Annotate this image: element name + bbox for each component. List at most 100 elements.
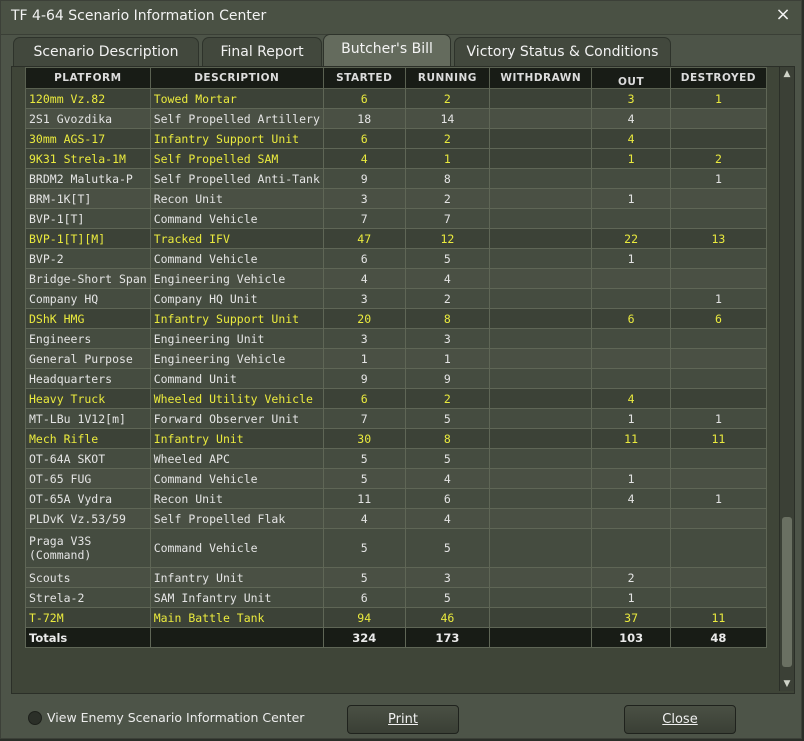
cell-running: 4 xyxy=(404,268,491,289)
table-row[interactable]: 120mm Vz.82 Towed Mortar 6 2 3 1 xyxy=(25,88,768,109)
table-row[interactable]: OT-65 FUG Command Vehicle 5 4 1 xyxy=(25,468,768,489)
cell-platform: 30mm AGS-17 xyxy=(25,128,151,149)
table-row[interactable]: 9K31 Strela-1M Self Propelled SAM 4 1 1 2 xyxy=(25,148,768,169)
print-button[interactable]: Print xyxy=(347,705,459,734)
table-row[interactable]: 30mm AGS-17 Infantry Support Unit 6 2 4 xyxy=(25,128,768,149)
table-row[interactable]: DShK HMG Infantry Support Unit 20 8 6 6 xyxy=(25,308,768,329)
cell-started: 6 xyxy=(322,128,406,149)
table-row[interactable]: Praga V3S (Command) Command Vehicle 5 5 xyxy=(25,528,768,568)
totals-out: 103 xyxy=(591,627,671,648)
cell-description: Command Vehicle xyxy=(149,248,324,269)
cell-running: 2 xyxy=(404,288,491,309)
cell-destroyed xyxy=(669,528,768,568)
table-row[interactable]: MT-LBu 1V12[m] Forward Observer Unit 7 5 1 1 xyxy=(25,408,768,429)
footer-bar: View Enemy Scenario Information Center P… xyxy=(1,695,801,739)
cell-running: 5 xyxy=(404,408,491,429)
cell-withdrawn xyxy=(489,148,593,169)
cell-platform: PLDvK Vz.53/59 xyxy=(25,508,151,529)
close-button[interactable]: Close xyxy=(624,705,736,734)
table-row[interactable]: Heavy Truck Wheeled Utility Vehicle 6 2 4 xyxy=(25,388,768,409)
tab-victory-status[interactable]: Victory Status & Conditions xyxy=(454,37,671,67)
cell-destroyed xyxy=(669,567,768,588)
cell-withdrawn xyxy=(489,368,593,389)
header-description[interactable]: DESCRIPTION xyxy=(149,67,324,89)
table-row[interactable]: Bridge-Short Span Engineering Vehicle 4 4 xyxy=(25,268,768,289)
cell-started: 3 xyxy=(322,328,406,349)
table-row[interactable]: PLDvK Vz.53/59 Self Propelled Flak 4 4 xyxy=(25,508,768,529)
cell-running: 3 xyxy=(404,328,491,349)
header-running[interactable]: RUNNING xyxy=(404,67,491,89)
cell-withdrawn xyxy=(489,567,593,588)
view-enemy-checkbox[interactable] xyxy=(28,711,42,725)
header-withdrawn[interactable]: WITHDRAWN xyxy=(489,67,593,89)
vertical-scrollbar[interactable]: ▲ ▼ xyxy=(779,67,794,691)
cell-out: 22 xyxy=(591,228,671,249)
header-out[interactable]: OUT xyxy=(591,67,671,89)
cell-running: 1 xyxy=(404,148,491,169)
cell-out xyxy=(591,348,671,369)
close-icon[interactable]: × xyxy=(775,6,791,24)
cell-description: Infantry Unit xyxy=(149,428,324,449)
cell-started: 5 xyxy=(322,448,406,469)
table-row[interactable]: BRDM2 Malutka-P Self Propelled Anti-Tank 9… xyxy=(25,168,768,189)
cell-withdrawn xyxy=(489,168,593,189)
cell-platform: Scouts xyxy=(25,567,151,588)
cell-out xyxy=(591,208,671,229)
tab-scenario-description[interactable]: Scenario Description xyxy=(13,37,199,67)
table-row[interactable]: BRM-1K[T] Recon Unit 3 2 1 xyxy=(25,188,768,209)
table-row[interactable]: T-72M Main Battle Tank 94 46 37 11 xyxy=(25,607,768,628)
table-row[interactable]: OT-65A Vydra Recon Unit 11 6 4 1 xyxy=(25,488,768,509)
table-row[interactable]: Strela-2 SAM Infantry Unit 6 5 1 xyxy=(25,587,768,608)
scroll-down-arrow-icon[interactable]: ▼ xyxy=(780,677,794,691)
cell-out xyxy=(591,168,671,189)
table-row[interactable]: Scouts Infantry Unit 5 3 2 xyxy=(25,567,768,588)
table-row[interactable]: Headquarters Command Unit 9 9 xyxy=(25,368,768,389)
table-row[interactable]: Engineers Engineering Unit 3 3 xyxy=(25,328,768,349)
cell-withdrawn xyxy=(489,248,593,269)
table-row[interactable]: BVP-1[T][M] Tracked IFV 47 12 22 13 xyxy=(25,228,768,249)
table-row[interactable]: General Purpose Engineering Vehicle 1 1 xyxy=(25,348,768,369)
cell-out: 1 xyxy=(591,188,671,209)
cell-withdrawn xyxy=(489,448,593,469)
cell-destroyed xyxy=(669,348,768,369)
cell-description: Company HQ Unit xyxy=(149,288,324,309)
tab-final-report[interactable]: Final Report xyxy=(202,37,322,67)
cell-platform: BRDM2 Malutka-P xyxy=(25,168,151,189)
title-bar[interactable]: TF 4-64 Scenario Information Center × xyxy=(1,1,801,35)
cell-platform: OT-65 FUG xyxy=(25,468,151,489)
cell-out xyxy=(591,528,671,568)
cell-description: Engineering Unit xyxy=(149,328,324,349)
cell-out xyxy=(591,268,671,289)
cell-platform: OT-64A SKOT xyxy=(25,448,151,469)
cell-withdrawn xyxy=(489,587,593,608)
cell-out: 2 xyxy=(591,567,671,588)
header-started[interactable]: STARTED xyxy=(322,67,406,89)
cell-description: Infantry Support Unit xyxy=(149,308,324,329)
cell-started: 7 xyxy=(322,208,406,229)
cell-started: 5 xyxy=(322,528,406,568)
cell-started: 5 xyxy=(322,468,406,489)
header-destroyed[interactable]: DESTROYED xyxy=(669,67,768,89)
cell-running: 2 xyxy=(404,188,491,209)
cell-description: Recon Unit xyxy=(149,488,324,509)
cell-destroyed xyxy=(669,208,768,229)
cell-destroyed: 6 xyxy=(669,308,768,329)
cell-started: 18 xyxy=(322,108,406,129)
cell-started: 9 xyxy=(322,168,406,189)
table-row[interactable]: Mech Rifle Infantry Unit 30 8 11 11 xyxy=(25,428,768,449)
tab-butchers-bill[interactable]: Butcher's Bill xyxy=(323,34,451,67)
cell-platform: General Purpose xyxy=(25,348,151,369)
table-row[interactable]: 2S1 Gvozdika Self Propelled Artillery 18 14… xyxy=(25,108,768,129)
scrollbar-thumb[interactable] xyxy=(782,517,792,667)
header-platform[interactable]: PLATFORM xyxy=(25,67,151,89)
cell-withdrawn xyxy=(489,188,593,209)
view-enemy-label[interactable]: View Enemy Scenario Information Center xyxy=(47,710,304,725)
scroll-up-arrow-icon[interactable]: ▲ xyxy=(780,67,794,81)
table-row[interactable]: BVP-1[T] Command Vehicle 7 7 xyxy=(25,208,768,229)
cell-destroyed xyxy=(669,128,768,149)
table-row[interactable]: Company HQ Company HQ Unit 3 2 1 xyxy=(25,288,768,309)
table-row[interactable]: BVP-2 Command Vehicle 6 5 1 xyxy=(25,248,768,269)
cell-started: 6 xyxy=(322,587,406,608)
table-row[interactable]: OT-64A SKOT Wheeled APC 5 5 xyxy=(25,448,768,469)
cell-platform: Strela-2 xyxy=(25,587,151,608)
